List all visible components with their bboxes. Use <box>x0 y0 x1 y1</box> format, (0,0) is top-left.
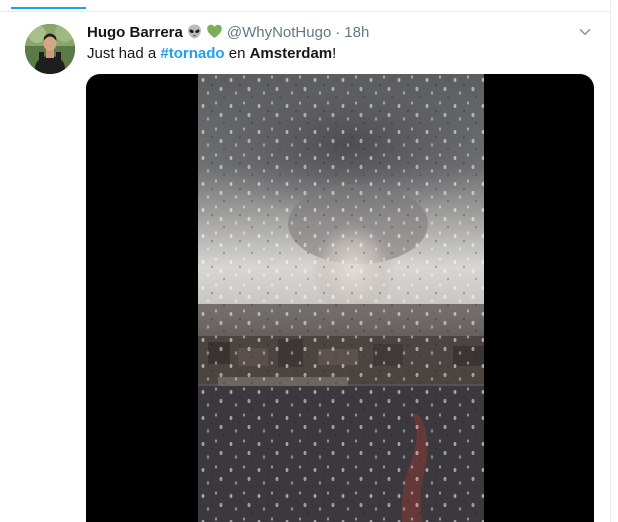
tweet[interactable]: Hugo Barrera @WhyNotHugo · 18h Just had a #… <box>0 13 610 522</box>
timestamp[interactable]: 18h <box>344 24 369 41</box>
avatar-photo <box>25 24 75 74</box>
tweet-header: Hugo Barrera @WhyNotHugo · 18h <box>87 23 369 43</box>
timeline-header-border <box>0 0 611 12</box>
tweet-text-prefix: Just had a <box>87 45 161 62</box>
twitter-timeline: Hugo Barrera @WhyNotHugo · 18h Just had a #… <box>0 0 618 522</box>
chevron-down-icon[interactable] <box>578 25 592 39</box>
display-name[interactable]: Hugo Barrera <box>87 24 183 41</box>
hashtag-link[interactable]: #tornado <box>160 45 224 62</box>
place-name: Amsterdam <box>249 45 333 62</box>
active-tab-indicator <box>11 7 86 9</box>
header-separator: · <box>335 24 341 41</box>
tweet-text: Just had a #tornado en Amsterdam! <box>87 44 336 64</box>
tweet-text-suffix: ! <box>332 45 337 62</box>
green-heart-emoji-icon <box>206 23 223 40</box>
avatar[interactable] <box>25 24 75 74</box>
alien-emoji-icon <box>186 23 203 40</box>
user-handle[interactable]: @WhyNotHugo <box>227 24 331 41</box>
tweet-text-middle: en <box>224 45 250 62</box>
timeline-column-border <box>610 0 611 522</box>
video-frame <box>198 74 484 522</box>
video-player[interactable] <box>86 74 594 522</box>
